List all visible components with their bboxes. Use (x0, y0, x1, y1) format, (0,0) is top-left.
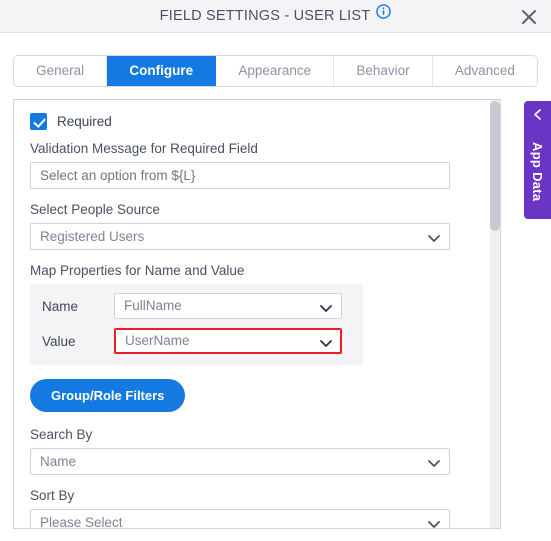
configure-form: Required Validation Message for Required… (14, 100, 500, 528)
tab-behavior[interactable]: Behavior (334, 56, 433, 86)
map-value-row: Value UserName (42, 328, 351, 354)
app-data-label: App Data (530, 142, 545, 202)
configure-panel: Required Validation Message for Required… (13, 99, 501, 529)
dialog-title-text: FIELD SETTINGS - USER LIST (159, 8, 371, 24)
map-properties-label: Map Properties for Name and Value (30, 263, 245, 278)
map-name-label: Name (42, 298, 79, 314)
people-source-select[interactable]: Registered Users (30, 223, 450, 250)
page-title: FIELD SETTINGS - USER LIST (0, 0, 551, 33)
tab-advanced[interactable]: Advanced (432, 56, 537, 86)
required-checkbox-row: Required (30, 113, 484, 130)
tab-configure[interactable]: Configure (107, 56, 217, 86)
chevron-left-icon (530, 108, 545, 126)
map-name-select[interactable]: FullName (114, 293, 342, 319)
map-value-select-wrap: UserName (114, 328, 342, 354)
app-data-panel-tab[interactable]: App Data (524, 101, 551, 219)
map-name-select-wrap: FullName (114, 293, 342, 319)
sort-by-label: Sort By (30, 488, 75, 503)
validation-message-label: Validation Message for Required Field (30, 141, 258, 156)
close-icon[interactable] (517, 5, 541, 29)
info-circle-icon[interactable] (376, 0, 392, 32)
map-properties-group: Name FullName Value UserName (30, 284, 363, 365)
validation-message-input[interactable] (30, 162, 450, 189)
people-source-select-wrap: Registered Users (30, 223, 450, 250)
map-name-row: Name FullName (42, 293, 351, 319)
group-role-filters-button[interactable]: Group/Role Filters (30, 379, 186, 412)
sort-by-select[interactable]: Please Select (30, 509, 450, 528)
tab-appearance[interactable]: Appearance (216, 56, 335, 86)
search-by-select[interactable]: Name (30, 448, 450, 475)
search-by-label: Search By (30, 427, 93, 442)
settings-tabs: General Configure Appearance Behavior Ad… (13, 55, 538, 87)
people-source-label: Select People Source (30, 202, 160, 217)
tab-general[interactable]: General (14, 56, 108, 86)
map-value-label: Value (42, 333, 76, 349)
panel-scrollbar-thumb[interactable] (490, 101, 500, 231)
map-value-select[interactable]: UserName (114, 328, 342, 354)
sort-by-select-wrap: Please Select (30, 509, 450, 528)
search-by-select-wrap: Name (30, 448, 450, 475)
field-settings-dialog: FIELD SETTINGS - USER LIST General Confi… (0, 0, 551, 541)
dialog-titlebar: FIELD SETTINGS - USER LIST (0, 0, 551, 33)
required-checkbox[interactable] (30, 113, 47, 130)
panel-scrollbar-track[interactable] (490, 100, 500, 528)
required-checkbox-label: Required (57, 114, 112, 129)
